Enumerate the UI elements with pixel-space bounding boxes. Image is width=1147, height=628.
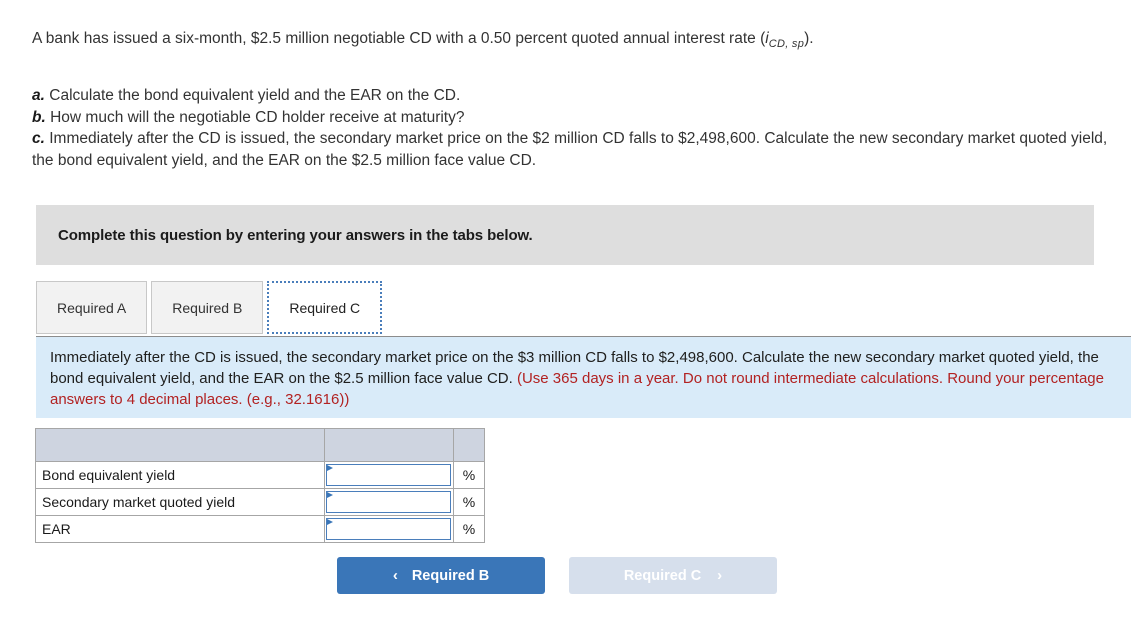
header-cell-label	[35, 428, 325, 462]
table-row: Secondary market quoted yield %	[35, 488, 485, 516]
question-part-c: c. Immediately after the CD is issued, t…	[32, 128, 1130, 171]
instruction-box: Immediately after the CD is issued, the …	[36, 337, 1131, 418]
part-b-marker: b.	[32, 108, 46, 126]
row-unit-ear: %	[453, 515, 485, 543]
row-label-secondary-market-quoted-yield: Secondary market quoted yield	[35, 488, 325, 516]
input-bond-equivalent-yield[interactable]	[326, 463, 451, 486]
row-input-cell-bond-equivalent-yield[interactable]	[324, 461, 454, 489]
row-unit-bond-equivalent-yield: %	[453, 461, 485, 489]
row-label-bond-equivalent-yield: Bond equivalent yield	[35, 461, 325, 489]
previous-required-b-button[interactable]: ‹ Required B	[337, 557, 545, 594]
question-stem: A bank has issued a six-month, $2.5 mill…	[32, 28, 1130, 55]
chevron-right-icon: ›	[717, 567, 723, 584]
answer-table-header-row	[35, 428, 485, 462]
part-c-marker: c.	[32, 130, 45, 147]
table-row: EAR %	[35, 515, 485, 543]
part-a-marker: a.	[32, 87, 45, 104]
tab-required-b-label: Required B	[172, 299, 243, 316]
answer-table: Bond equivalent yield % Secondary market…	[35, 428, 485, 543]
header-cell-value	[324, 428, 454, 462]
next-required-c-button[interactable]: Required C ›	[569, 557, 777, 594]
question-part-b: b. How much will the negotiable CD holde…	[32, 107, 1130, 129]
part-a-text: Calculate the bond equivalent yield and …	[49, 87, 461, 104]
requirement-tabs: Required A Required B Required C	[36, 281, 383, 334]
part-b-text: How much will the negotiable CD holder r…	[50, 108, 465, 126]
complete-question-banner: Complete this question by entering your …	[36, 205, 1094, 265]
part-c-text: Immediately after the CD is issued, the …	[32, 130, 1108, 169]
tab-required-a[interactable]: Required A	[36, 281, 148, 334]
input-ear[interactable]	[326, 517, 451, 540]
input-secondary-market-quoted-yield[interactable]	[326, 490, 451, 513]
question-stem-suffix: ).	[804, 30, 814, 47]
question-stem-text: A bank has issued a six-month, $2.5 mill…	[32, 30, 766, 47]
tab-required-c[interactable]: Required C	[267, 281, 383, 334]
question-part-a: a. Calculate the bond equivalent yield a…	[32, 85, 1130, 107]
question-parts: a. Calculate the bond equivalent yield a…	[32, 85, 1130, 171]
tab-required-a-label: Required A	[57, 299, 127, 316]
tab-required-c-label: Required C	[289, 299, 361, 316]
table-row: Bond equivalent yield %	[35, 461, 485, 489]
banner-text: Complete this question by entering your …	[58, 226, 533, 244]
row-input-cell-ear[interactable]	[324, 515, 454, 543]
navigation-buttons: ‹ Required B Required C ›	[337, 557, 777, 594]
tab-required-b[interactable]: Required B	[151, 281, 264, 334]
row-label-ear: EAR	[35, 515, 325, 543]
interest-rate-subscript: CD, sp	[768, 38, 805, 51]
chevron-left-icon: ‹	[392, 567, 398, 584]
instruction-text: Immediately after the CD is issued, the …	[36, 337, 1131, 410]
header-cell-unit	[453, 428, 485, 462]
row-input-cell-secondary-market-quoted-yield[interactable]	[324, 488, 454, 516]
row-unit-secondary-market-quoted-yield: %	[453, 488, 485, 516]
next-button-label: Required C	[623, 567, 702, 584]
previous-button-label: Required B	[411, 567, 490, 584]
